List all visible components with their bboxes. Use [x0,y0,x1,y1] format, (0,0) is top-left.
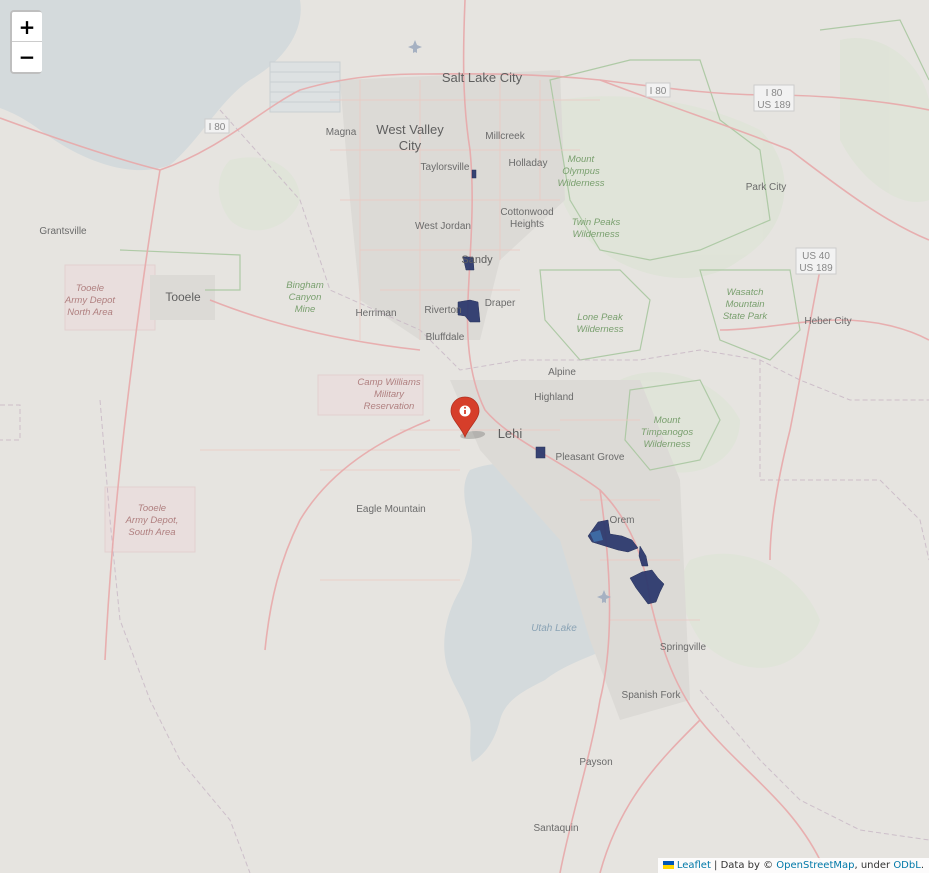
label-springville: Springville [660,642,707,653]
label-mount-olympus-3: Wilderness [558,178,605,189]
shield-i80-east: I 80 [650,86,667,97]
label-west-valley-2: City [399,138,422,153]
shield-i80-us189-b: US 189 [757,100,791,111]
label-grantsville: Grantsville [39,226,87,237]
label-timpanogos-1: Mount [654,415,681,426]
ukraine-flag-icon [662,861,674,869]
label-bluffdale: Bluffdale [426,332,465,343]
attribution-sep-1: | Data by © [710,860,777,871]
label-orem: Orem [610,515,635,526]
label-bingham-1: Bingham [286,280,324,291]
label-west-valley-1: West Valley [376,122,444,137]
label-salt-lake-city: Salt Lake City [442,70,523,85]
zoom-control: + − [10,10,42,74]
evaporation-ponds [269,61,341,113]
label-spanish-fork: Spanish Fork [622,690,682,701]
label-cottonwood-2: Heights [510,219,544,230]
label-payson: Payson [579,757,612,768]
zoom-out-button[interactable]: − [12,42,42,72]
label-alpine: Alpine [548,367,576,378]
zoom-in-button[interactable]: + [12,12,42,42]
shield-i80-us189-a: I 80 [766,88,783,99]
label-utah-lake: Utah Lake [531,623,577,634]
attribution-sep-2: , under [854,860,894,871]
label-camp-williams-1: Camp Williams [357,377,421,388]
label-tooele-south-2: Army Depot, [125,515,179,526]
label-tooele-north-3: North Area [67,307,113,318]
label-camp-williams-3: Reservation [364,401,415,412]
shield-us40-b: US 189 [799,263,833,274]
label-wasatch-1: Wasatch [727,287,764,298]
attribution-end: . [920,860,924,871]
label-timpanogos-3: Wilderness [644,439,691,450]
label-camp-williams-2: Military [374,389,405,400]
label-west-jordan: West Jordan [415,221,471,232]
label-highland: Highland [534,392,573,403]
label-pleasant-grove: Pleasant Grove [556,452,625,463]
shield-us40-a: US 40 [802,251,830,262]
tract-pleasant-grove[interactable] [535,446,546,459]
openstreetmap-link[interactable]: OpenStreetMap [776,860,854,871]
label-wasatch-2: Mountain [725,299,764,310]
info-circle-icon [459,405,471,417]
label-tooele-north-2: Army Depot [64,295,116,306]
label-tooele-south-3: South Area [128,527,175,538]
odbl-link[interactable]: ODbL [893,860,921,871]
label-tooele: Tooele [165,290,201,304]
label-sandy: Sandy [461,254,493,266]
label-wasatch-3: State Park [723,311,769,322]
label-herriman: Herriman [355,308,396,319]
label-cottonwood-1: Cottonwood [500,207,553,218]
label-twin-peaks-2: Wilderness [573,229,620,240]
tract-taylorsville[interactable] [471,169,477,179]
label-eagle-mountain: Eagle Mountain [356,504,426,515]
label-riverton: Riverton [424,305,461,316]
label-timpanogos-2: Timpanogos [641,427,693,438]
label-lone-peak-2: Wilderness [577,324,624,335]
leaflet-link[interactable]: Leaflet [677,860,711,871]
label-bingham-2: Canyon [289,292,322,303]
label-lehi: Lehi [498,426,523,441]
map-canvas[interactable]: I 80 I 80 I 80 US 189 US 40 US 189 Salt … [0,0,929,873]
label-twin-peaks-1: Twin Peaks [572,217,621,228]
label-holladay: Holladay [509,158,548,169]
label-tooele-south-1: Tooele [138,503,166,514]
label-mount-olympus-1: Mount [568,154,595,165]
label-heber-city: Heber City [804,316,851,327]
label-lone-peak-1: Lone Peak [577,312,624,323]
label-tooele-north-1: Tooele [76,283,104,294]
label-magna: Magna [326,127,357,138]
label-taylorsville: Taylorsville [421,162,470,173]
label-santaquin: Santaquin [533,823,578,834]
attribution-bar: Leaflet | Data by © OpenStreetMap, under… [657,858,929,873]
label-park-city: Park City [746,182,787,193]
label-bingham-3: Mine [295,304,316,315]
label-millcreek: Millcreek [485,131,525,142]
label-draper: Draper [485,298,516,309]
label-mount-olympus-2: Olympus [562,166,600,177]
shield-i80-west: I 80 [209,122,226,133]
